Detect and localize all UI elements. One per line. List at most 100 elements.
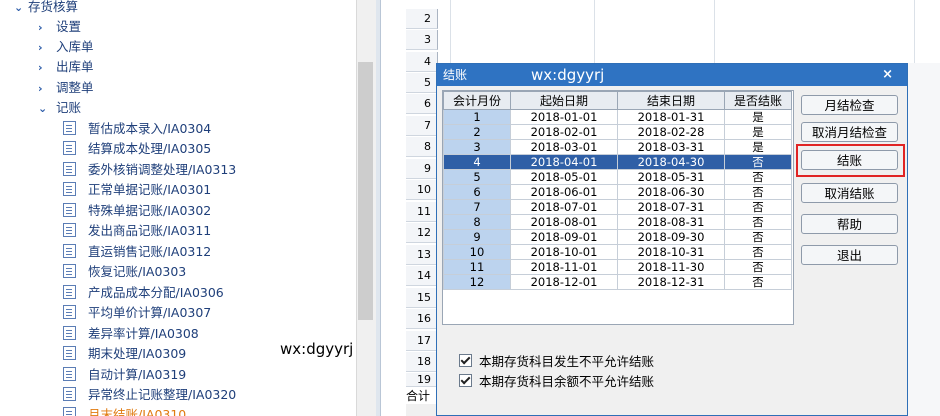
grid-row-number: 7 — [406, 116, 438, 136]
table-row[interactable]: 8 2018-08-01 2018-08-31 否 — [443, 214, 792, 230]
grid-row-number: 2 — [406, 9, 438, 29]
tree-group-label: 记账 — [55, 100, 81, 115]
grid-row-number: 6 — [406, 94, 438, 114]
tree-root-label: 存货核算 — [28, 0, 79, 14]
tree-group-adjustment[interactable]: › 调整单 — [38, 78, 94, 98]
grid-row-number: 11 — [406, 202, 438, 222]
tree-item[interactable]: 直运销售记账/IA0312 — [63, 242, 211, 262]
table-row[interactable]: 6 2018-06-01 2018-06-30 否 — [443, 184, 792, 200]
dialog-title-bar[interactable]: 结账 wx:dgyyrj × — [437, 64, 907, 86]
table-row[interactable]: 3 2018-03-01 2018-03-31 是 — [443, 139, 792, 155]
table-row[interactable]: 11 2018-11-01 2018-11-30 否 — [443, 259, 792, 275]
grid-row-number: 19 — [406, 373, 438, 387]
highlight-box — [796, 144, 905, 177]
tree-item[interactable]: 期末处理/IA0309 — [63, 344, 186, 364]
help-button[interactable]: 帮助 — [801, 214, 898, 234]
tree-group-label: 设置 — [55, 19, 81, 34]
allow-close-balance-checkbox[interactable]: 本期存货科目余额不平允许结账 — [459, 374, 654, 390]
document-icon — [63, 121, 76, 135]
period-table: 会计月份 起始日期 结束日期 是否结账 1 2018-01-01 2018-01-3… — [442, 90, 794, 325]
column-header-closed[interactable]: 是否结账 — [724, 91, 792, 110]
right-panel-area — [908, 63, 940, 416]
chevron-down-icon: ⌄ — [14, 1, 24, 14]
document-icon — [63, 223, 76, 237]
grid-row-number: 12 — [406, 223, 438, 243]
document-icon — [63, 264, 76, 278]
cancel-month-check-button[interactable]: 取消月结检查 — [801, 122, 898, 142]
dialog-watermark-text: wx:dgyyrj — [531, 66, 605, 84]
table-row[interactable]: 1 2018-01-01 2018-01-31 是 — [443, 109, 792, 125]
tree-group-receipt[interactable]: › 入库单 — [38, 37, 94, 57]
grid-row-number: 5 — [406, 73, 438, 93]
tree-item[interactable]: 自动计算/IA0319 — [63, 365, 186, 385]
column-header-start-date[interactable]: 起始日期 — [510, 91, 618, 110]
watermark-text: wx:dgyyrj — [280, 340, 354, 358]
chevron-right-icon: › — [38, 41, 43, 54]
table-row[interactable]: 9 2018-09-01 2018-09-30 否 — [443, 229, 792, 245]
document-icon — [63, 387, 76, 401]
tree-group-posting[interactable]: ⌄ 记账 — [38, 98, 81, 118]
exit-button[interactable]: 退出 — [801, 245, 898, 265]
checkbox-checked-icon[interactable] — [459, 374, 472, 387]
chevron-right-icon: › — [38, 61, 43, 74]
tree-item[interactable]: 发出商品记账/IA0311 — [63, 221, 211, 241]
tree-item[interactable]: 特殊单据记账/IA0302 — [63, 201, 211, 221]
document-icon — [63, 367, 76, 381]
grid-row-number: 18 — [406, 352, 438, 372]
table-row[interactable]: 5 2018-05-01 2018-05-31 否 — [443, 169, 792, 185]
document-icon — [63, 203, 76, 217]
tree-item[interactable]: 结算成本处理/IA0305 — [63, 139, 211, 159]
tree-item[interactable]: 委外核销调整处理/IA0313 — [63, 160, 236, 180]
tree-scrollbar-thumb[interactable] — [358, 62, 373, 320]
table-row[interactable]: 12 2018-12-01 2018-12-31 否 — [443, 274, 792, 290]
document-icon — [63, 305, 76, 319]
column-header-end-date[interactable]: 结束日期 — [617, 91, 725, 110]
table-row[interactable]: 10 2018-10-01 2018-10-31 否 — [443, 244, 792, 260]
grid-row-number: 9 — [406, 159, 438, 179]
month-check-button[interactable]: 月结检查 — [801, 95, 898, 115]
grid-row-number: 8 — [406, 137, 438, 157]
tree-group-issue[interactable]: › 出库单 — [38, 57, 94, 77]
checkbox-checked-icon[interactable] — [459, 354, 472, 367]
checkbox-label: 本期存货科目发生不平允许结账 — [479, 354, 655, 369]
chevron-down-icon: ⌄ — [38, 102, 48, 115]
document-icon — [63, 141, 76, 155]
grid-row-number: 15 — [406, 288, 438, 308]
tree-item-month-end-close[interactable]: 月末结账/IA0310 — [63, 405, 186, 416]
tree-item[interactable]: 平均单价计算/IA0307 — [63, 303, 211, 323]
grid-row-number: 3 — [406, 30, 438, 50]
tree-item[interactable]: 恢复记账/IA0303 — [63, 262, 186, 282]
chevron-right-icon: › — [38, 82, 43, 95]
cancel-close-button[interactable]: 取消结账 — [801, 183, 898, 203]
tree-group-label: 入库单 — [55, 39, 94, 54]
document-icon — [63, 285, 76, 299]
grid-row-number: 10 — [406, 180, 438, 200]
checkbox-label: 本期存货科目余额不平允许结账 — [479, 374, 655, 389]
table-row[interactable]: 2 2018-02-01 2018-02-28 是 — [443, 124, 792, 140]
grid-total-label: 合计 — [406, 389, 431, 403]
chevron-right-icon: › — [38, 21, 43, 34]
tree-group-settings[interactable]: › 设置 — [38, 17, 81, 37]
document-icon — [63, 162, 76, 176]
document-icon — [63, 244, 76, 258]
tree-item[interactable]: 异常终止记账整理/IA0320 — [63, 385, 236, 405]
tree-item[interactable]: 差异率计算/IA0308 — [63, 324, 199, 344]
tree-root-inventory-accounting[interactable]: ⌄ 存货核算 — [14, 0, 78, 17]
grid-row-number: 17 — [406, 331, 438, 351]
tree-item[interactable]: 产成品成本分配/IA0306 — [63, 283, 224, 303]
grid-row-number: 14 — [406, 266, 438, 286]
table-row[interactable]: 7 2018-07-01 2018-07-31 否 — [443, 199, 792, 215]
allow-close-occurrence-checkbox[interactable]: 本期存货科目发生不平允许结账 — [459, 354, 654, 370]
document-icon — [63, 346, 76, 360]
grid-row-number: 13 — [406, 245, 438, 265]
tree-group-label: 调整单 — [55, 80, 94, 95]
column-header-period[interactable]: 会计月份 — [443, 91, 511, 110]
close-icon[interactable]: × — [882, 64, 893, 86]
tree-group-label: 出库单 — [55, 59, 94, 74]
grid-row-number: 4 — [406, 52, 438, 72]
dialog-title: 结账 — [443, 68, 468, 82]
document-icon — [63, 326, 76, 340]
tree-item[interactable]: 暂估成本录入/IA0304 — [63, 119, 211, 139]
tree-item[interactable]: 正常单据记账/IA0301 — [63, 180, 211, 200]
table-row-selected[interactable]: 4 2018-04-01 2018-04-30 否 — [443, 154, 792, 170]
